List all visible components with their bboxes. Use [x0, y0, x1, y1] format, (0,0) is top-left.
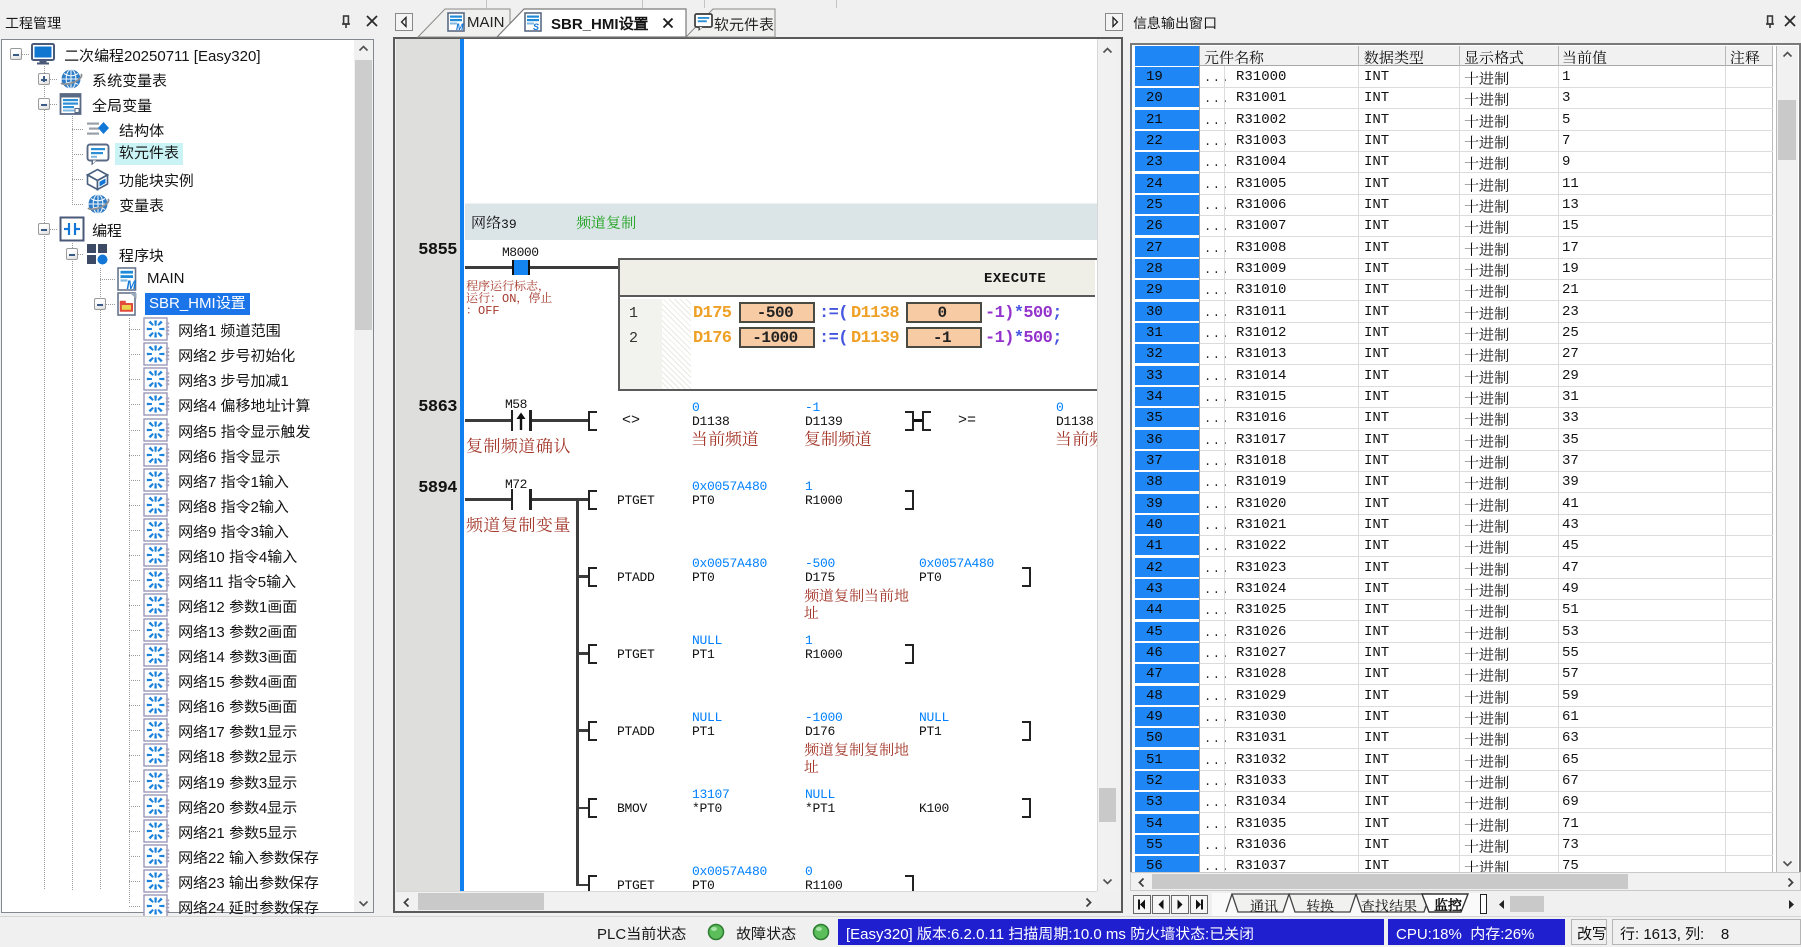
svg-text:S: S [533, 22, 539, 32]
svg-text:M: M [456, 22, 464, 32]
svg-text:M: M [127, 280, 137, 291]
